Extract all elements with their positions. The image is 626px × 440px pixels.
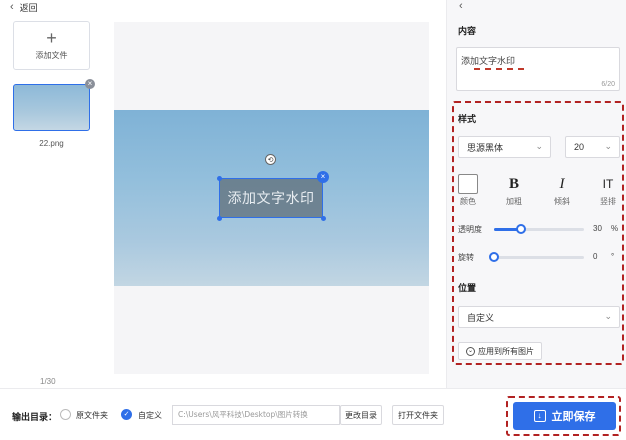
watermark-box[interactable]: 添加文字水印 — [219, 178, 323, 218]
back-link[interactable]: ‹ 返回 — [10, 0, 38, 14]
chevron-down-circle-icon: ⌄ — [466, 346, 475, 356]
content-title: 内容 — [458, 26, 477, 36]
annotation-underline — [474, 68, 524, 70]
panel-back-icon[interactable]: ‹ — [459, 0, 463, 12]
rotation-label: 旋转 — [458, 253, 474, 262]
page-indicator: 1/30 — [40, 377, 56, 386]
rotation-row: 旋转 0 ° — [458, 250, 620, 264]
font-family-value: 思源黑体 — [467, 142, 504, 153]
resize-handle-bl[interactable] — [217, 216, 222, 221]
output-path-input[interactable]: C:\Users\风平科技\Desktop\图片转换 — [172, 405, 340, 425]
color-label: 颜色 — [460, 197, 476, 206]
radio-custom-folder[interactable]: ✓ — [121, 409, 132, 420]
plus-icon: + — [46, 28, 57, 48]
rotation-value: 0 — [593, 252, 598, 261]
custom-folder-label: 自定义 — [138, 411, 162, 420]
position-select[interactable]: 自定义 ⌄ — [458, 306, 620, 328]
vertical-label: 竖排 — [600, 197, 616, 206]
color-swatch — [458, 174, 478, 194]
radio-original-folder[interactable] — [60, 409, 71, 420]
watermark-delete-icon[interactable]: × — [317, 171, 329, 183]
rotate-handle-icon[interactable]: ⟲ — [265, 154, 276, 165]
opacity-slider[interactable] — [494, 224, 584, 234]
add-file-label: 添加文件 — [35, 51, 68, 60]
rotation-unit: ° — [611, 252, 615, 261]
chevron-down-icon: ⌄ — [604, 311, 612, 321]
chevron-left-icon: ‹ — [10, 1, 14, 13]
opacity-row: 透明度 30 % — [458, 222, 620, 236]
add-file-button[interactable]: + 添加文件 — [13, 21, 90, 70]
style-title: 样式 — [458, 114, 477, 124]
bold-icon: B — [508, 175, 519, 192]
opacity-knob[interactable] — [516, 224, 526, 234]
font-size-select[interactable]: 20 ⌄ — [565, 136, 620, 158]
watermark-text: 添加文字水印 — [227, 190, 315, 206]
opacity-unit: % — [611, 224, 619, 233]
save-now-label: 立即保存 — [551, 411, 596, 423]
save-now-button[interactable]: ↓ 立即保存 — [513, 402, 616, 430]
rotation-slider[interactable] — [489, 252, 584, 262]
font-family-select[interactable]: 思源黑体 ⌄ — [458, 136, 551, 158]
file-name: 22.png — [39, 139, 64, 148]
resize-handle-tl[interactable] — [217, 176, 222, 181]
char-count: 6/20 — [601, 81, 615, 88]
change-dir-button[interactable]: 更改目录 — [340, 405, 382, 425]
position-title: 位置 — [458, 283, 477, 293]
vertical-text-icon: IT — [602, 177, 614, 191]
download-icon: ↓ — [533, 410, 546, 422]
open-folder-button[interactable]: 打开文件夹 — [392, 405, 444, 425]
italic-label: 倾斜 — [554, 197, 570, 206]
back-label: 返回 — [19, 2, 38, 13]
italic-tool[interactable]: I 倾斜 — [547, 174, 577, 207]
vertical-tool[interactable]: IT 竖排 — [593, 174, 623, 207]
opacity-value: 30 — [593, 224, 602, 233]
apply-all-button[interactable]: ⌄ 应用到所有图片 — [458, 342, 542, 360]
apply-all-label: 应用到所有图片 — [478, 346, 534, 356]
rotation-knob[interactable] — [489, 252, 499, 262]
content-value: 添加文字水印 — [461, 56, 516, 66]
bold-tool[interactable]: B 加粗 — [499, 174, 529, 207]
italic-icon: I — [559, 175, 565, 192]
resize-handle-br[interactable] — [321, 216, 326, 221]
position-value: 自定义 — [467, 312, 495, 323]
remove-file-icon[interactable]: × — [85, 79, 95, 89]
original-folder-label: 原文件夹 — [76, 411, 108, 420]
chevron-down-icon: ⌄ — [535, 141, 543, 151]
output-dir-label: 输出目录： — [12, 412, 58, 422]
color-tool[interactable]: 颜色 — [453, 174, 483, 207]
bold-label: 加粗 — [506, 197, 522, 206]
font-size-value: 20 — [574, 142, 585, 152]
chevron-down-icon: ⌄ — [604, 141, 612, 151]
opacity-label: 透明度 — [458, 225, 482, 234]
file-thumbnail[interactable] — [13, 84, 90, 131]
